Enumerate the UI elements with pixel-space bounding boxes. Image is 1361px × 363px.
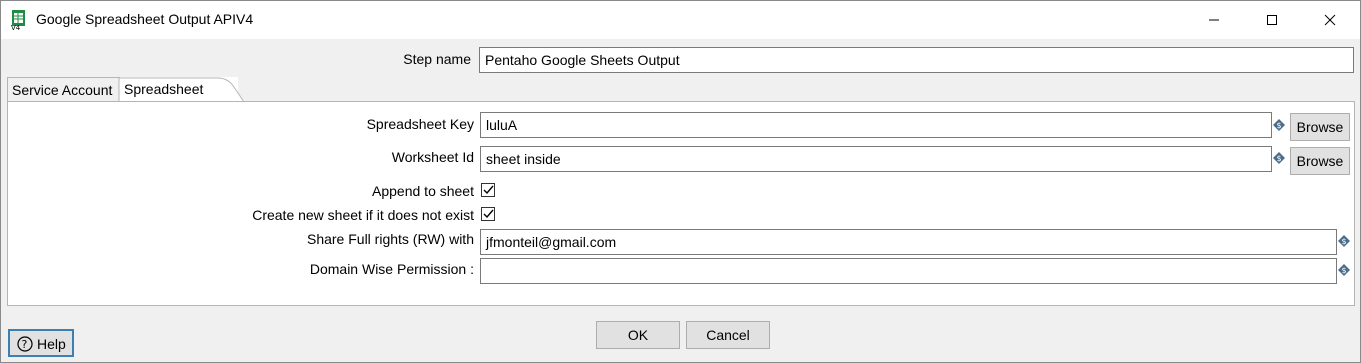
maximize-button[interactable] — [1249, 1, 1295, 39]
help-button[interactable]: ? Help — [8, 329, 74, 357]
cancel-button[interactable]: Cancel — [686, 321, 770, 349]
svg-text:$: $ — [1277, 121, 1282, 130]
close-button[interactable] — [1307, 1, 1353, 39]
svg-text:$: $ — [1277, 154, 1282, 163]
tab-service-account[interactable]: Service Account — [7, 77, 120, 102]
variable-icon[interactable]: $ — [1338, 264, 1350, 276]
minimize-icon — [1209, 19, 1219, 21]
ok-button[interactable]: OK — [596, 321, 680, 349]
create-sheet-checkbox[interactable] — [481, 207, 495, 221]
step-name-label: Step name — [403, 51, 471, 67]
browse-worksheet-button[interactable]: Browse — [1290, 147, 1350, 175]
svg-text:V4: V4 — [11, 24, 21, 30]
share-label: Share Full rights (RW) with — [306, 231, 474, 247]
checkmark-icon — [483, 185, 494, 195]
title-bar: V4 Google Spreadsheet Output APIV4 — [1, 1, 1360, 39]
step-name-input[interactable]: Pentaho Google Sheets Output — [479, 47, 1354, 73]
create-sheet-label: Create new sheet if it does not exist — [252, 207, 474, 223]
minimize-button[interactable] — [1191, 1, 1237, 39]
share-email-input[interactable]: jfmonteil@gmail.com — [480, 229, 1337, 255]
help-icon: ? — [17, 336, 33, 352]
variable-icon[interactable]: $ — [1273, 152, 1285, 164]
close-icon — [1324, 14, 1336, 26]
worksheet-id-input[interactable]: sheet inside — [480, 146, 1272, 172]
svg-text:$: $ — [1342, 237, 1347, 246]
svg-text:?: ? — [22, 338, 28, 351]
spreadsheet-icon: V4 — [11, 10, 27, 32]
help-label: Help — [37, 336, 66, 352]
append-label: Append to sheet — [372, 183, 474, 199]
variable-icon[interactable]: $ — [1273, 119, 1285, 131]
checkmark-icon — [483, 209, 494, 219]
variable-icon[interactable]: $ — [1338, 235, 1350, 247]
tab-spreadsheet-label: Spreadsheet — [124, 81, 204, 97]
browse-spreadsheet-button[interactable]: Browse — [1290, 113, 1350, 141]
dialog-window: V4 Google Spreadsheet Output APIV4 Step … — [0, 0, 1361, 363]
worksheet-id-label: Worksheet Id — [391, 149, 474, 165]
domain-permission-label: Domain Wise Permission : — [309, 261, 474, 277]
append-checkbox[interactable] — [481, 183, 495, 197]
spreadsheet-key-input[interactable]: luluA — [480, 112, 1272, 138]
spreadsheet-key-label: Spreadsheet Key — [366, 116, 474, 132]
tab-spreadsheet[interactable]: Spreadsheet — [118, 77, 245, 103]
svg-text:$: $ — [1342, 266, 1347, 275]
domain-permission-input[interactable] — [480, 258, 1337, 284]
window-title: Google Spreadsheet Output APIV4 — [36, 11, 254, 27]
maximize-icon — [1267, 15, 1277, 25]
